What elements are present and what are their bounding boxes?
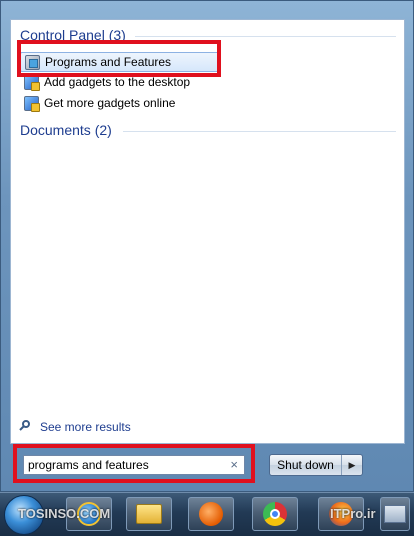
gadgets-icon bbox=[24, 74, 40, 91]
group-divider bbox=[123, 131, 396, 132]
result-get-more-gadgets[interactable]: Get more gadgets online bbox=[20, 93, 220, 113]
media-player-icon bbox=[199, 502, 223, 526]
gadgets-icon bbox=[24, 95, 40, 112]
result-label: Programs and Features bbox=[45, 55, 172, 69]
shutdown-options-arrow-icon[interactable]: ▶ bbox=[342, 455, 362, 475]
result-label: Add gadgets to the desktop bbox=[44, 75, 191, 89]
result-programs-and-features[interactable]: Programs and Features bbox=[20, 52, 220, 72]
taskbar-tray-button[interactable] bbox=[380, 497, 410, 531]
search-icon bbox=[20, 420, 34, 434]
start-search-box[interactable]: × bbox=[23, 455, 245, 475]
see-more-results-link[interactable]: See more results bbox=[20, 420, 131, 434]
result-label: Get more gadgets online bbox=[44, 96, 176, 110]
search-input[interactable] bbox=[24, 458, 222, 472]
result-add-gadgets[interactable]: Add gadgets to the desktop bbox=[20, 72, 220, 92]
shutdown-button-group: Shut down ▶ bbox=[269, 454, 363, 476]
watermark-left: TOSINSO.COM bbox=[18, 506, 111, 521]
chrome-icon bbox=[263, 502, 287, 526]
taskbar-explorer-button[interactable] bbox=[126, 497, 172, 531]
start-menu: Control Panel (3) Programs and Features … bbox=[0, 0, 414, 492]
taskbar-media-player-button[interactable] bbox=[188, 497, 234, 531]
folder-icon bbox=[136, 504, 162, 524]
search-results-panel: Control Panel (3) Programs and Features … bbox=[10, 19, 405, 444]
watermark-right: ITPro.ir bbox=[330, 506, 376, 521]
window-icon bbox=[384, 505, 406, 523]
group-divider bbox=[135, 36, 396, 37]
documents-group-header[interactable]: Documents (2) bbox=[20, 122, 112, 138]
clear-search-icon[interactable]: × bbox=[230, 457, 238, 473]
shutdown-button[interactable]: Shut down bbox=[270, 455, 342, 475]
programs-features-icon bbox=[25, 54, 40, 70]
control-panel-group-header[interactable]: Control Panel (3) bbox=[20, 27, 126, 43]
taskbar-chrome-button[interactable] bbox=[252, 497, 298, 531]
see-more-label: See more results bbox=[40, 420, 131, 434]
